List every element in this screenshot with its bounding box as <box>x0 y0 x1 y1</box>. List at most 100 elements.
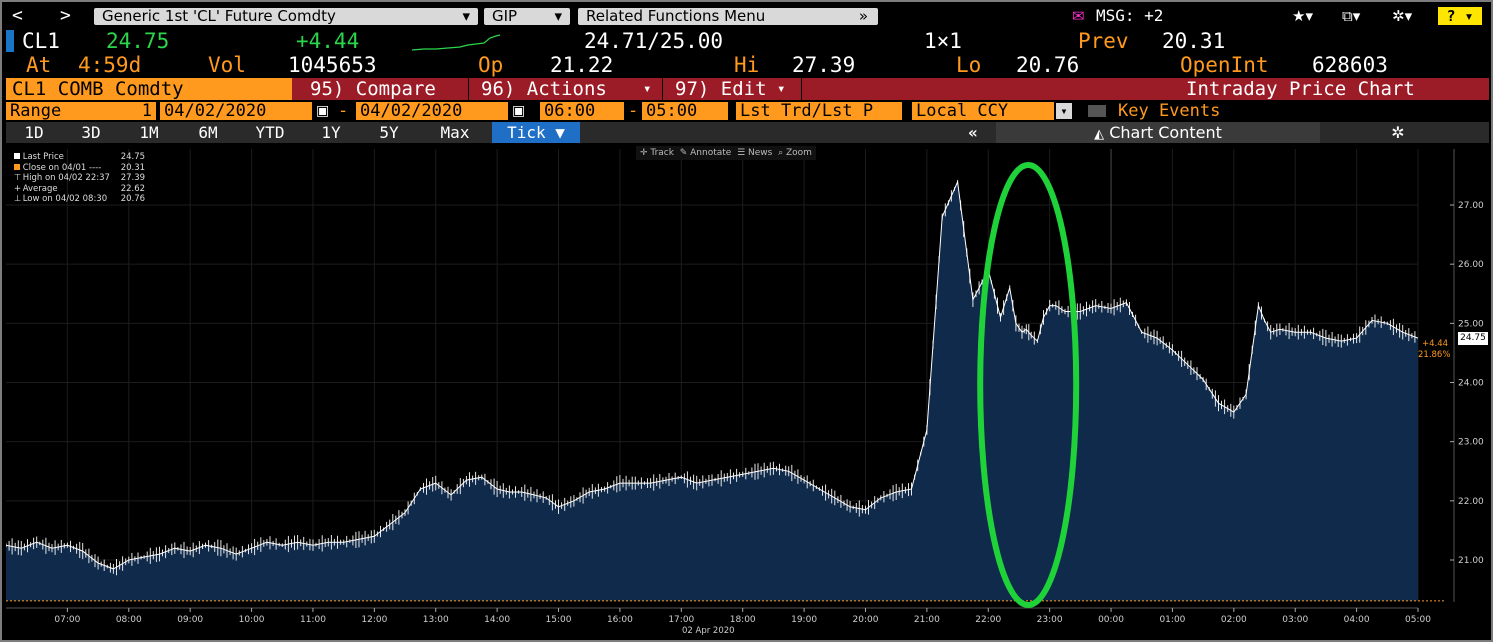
calendar-icon[interactable]: ▣ <box>316 101 329 121</box>
x-tick-label: 16:00 <box>607 615 633 625</box>
x-tick-label: 07:00 <box>54 615 80 625</box>
range-selector[interactable]: Range 1 <box>6 102 156 120</box>
chart-icon: ◭ <box>1094 127 1105 142</box>
x-tick-label: 09:00 <box>177 615 203 625</box>
legend-item: + Average 22.62 <box>14 184 145 195</box>
legend-value: 22.62 <box>120 183 146 194</box>
end-date: 04/02/2020 <box>360 101 463 121</box>
security-field[interactable]: CL1 COMB Comdty <box>6 78 292 100</box>
legend-value: 20.31 <box>120 162 146 173</box>
sparkline-icon <box>411 34 501 51</box>
chart-legend[interactable]: Last Price 24.75 Close on 04/01 ---- 20.31… <box>14 152 145 205</box>
back-button[interactable]: < <box>12 6 23 26</box>
x-tick-label: 15:00 <box>546 615 572 625</box>
key-events-checkbox[interactable] <box>1088 105 1106 117</box>
x-tick-label: 00:00 <box>1098 615 1124 625</box>
news-button[interactable]: ☰ News <box>737 148 772 158</box>
chart-area[interactable]: 21.00 22.00 23.00 24.00 25.00 26.00 27.00 07:0… <box>5 144 1489 638</box>
chart-toolbar: ✛ Track ✎ Annotate ☰ News ⌕ Zoom <box>636 146 816 160</box>
related-menu-label: Related Functions Menu <box>586 7 766 25</box>
y-tick-label: 25.00 <box>1458 319 1484 329</box>
price-area <box>6 181 1418 601</box>
x-tick-label: 21:00 <box>914 615 940 625</box>
chart-content-label: Chart Content <box>1109 123 1222 142</box>
open-interest-label: OpenInt <box>1180 53 1269 77</box>
legend-item: Close on 04/01 ---- 20.31 <box>14 163 145 174</box>
currency-selector[interactable]: Local CCY <box>912 102 1054 120</box>
x-tick-label: 03:00 <box>1282 615 1308 625</box>
period-6m[interactable]: 6M <box>178 122 238 143</box>
time-dash: - <box>628 101 639 121</box>
legend-item: ⊥ Low on 04/02 08:30 20.76 <box>14 194 145 205</box>
related-functions-menu[interactable]: Related Functions Menu » <box>578 8 878 25</box>
period-3d[interactable]: 3D <box>62 122 120 143</box>
x-tick-label: 04:00 <box>1344 615 1370 625</box>
news-label: News <box>748 148 773 158</box>
function-bar: CL1 COMB Comdty 95) Compare 96) Actions … <box>6 78 1489 100</box>
track-button[interactable]: ✛ Track <box>640 148 674 158</box>
gear-icon[interactable]: ✲▾ <box>1392 6 1412 26</box>
legend-marker: ⊤ <box>14 173 22 183</box>
legend-marker: + <box>14 183 22 194</box>
gear-icon[interactable]: ✲ <box>1378 122 1418 143</box>
end-date-field[interactable]: 04/02/2020 <box>356 102 508 120</box>
range-value: 1 <box>141 101 152 121</box>
zoom-button[interactable]: ⌕ Zoom <box>778 148 812 158</box>
range-label: Range <box>10 101 62 121</box>
period-ytd[interactable]: YTD <box>238 122 302 143</box>
range-dash: - <box>338 101 349 121</box>
period-1m[interactable]: 1M <box>120 122 178 143</box>
help-label: ? <box>1446 7 1456 25</box>
x-tick-label: 19:00 <box>791 615 817 625</box>
star-icon[interactable]: ★▾ <box>1292 6 1313 26</box>
end-time-field[interactable]: 05:00 <box>642 102 728 120</box>
gip-menu[interactable]: GIP ▾ <box>484 8 570 25</box>
period-bar: 1D 3D 1M 6M YTD 1Y 5Y Max Tick ▼ « ◭ Cha… <box>6 122 1489 143</box>
chevron-down-icon: ▾ <box>643 81 652 97</box>
period-5y[interactable]: 5Y <box>360 122 418 143</box>
open-label: Op <box>478 53 504 77</box>
actions-menu[interactable]: 96) Actions ▾ <box>468 78 663 100</box>
page-title: Intraday Price Chart <box>1186 78 1415 100</box>
start-date-field[interactable]: 04/02/2020 <box>160 102 312 120</box>
msg-indicator[interactable]: MSG: +2 <box>1096 6 1163 26</box>
price-area-fill <box>6 181 1418 601</box>
y-tick-label: 27.00 <box>1458 201 1484 211</box>
forward-button[interactable]: > <box>60 6 71 26</box>
x-tick-label: 17:00 <box>668 615 694 625</box>
compare-button[interactable]: 95) Compare <box>310 78 436 100</box>
period-1d[interactable]: 1D <box>6 122 62 143</box>
tick-button[interactable]: Tick ▼ <box>492 122 580 143</box>
x-axis: 07:00 08:00 09:00 10:00 11:00 12:00 13:00 14:00… <box>6 607 1431 625</box>
price-chart[interactable]: 21.00 22.00 23.00 24.00 25.00 26.00 27.00 07:0… <box>5 144 1489 638</box>
chart-content-button[interactable]: ◭ Chart Content <box>996 122 1320 143</box>
collapse-icon[interactable]: « <box>956 122 990 143</box>
help-button[interactable]: ? ▾ <box>1438 7 1482 25</box>
chevron-down-icon[interactable]: ▾ <box>1056 103 1072 119</box>
legend-label: Close on 04/01 ---- <box>22 162 102 173</box>
calendar-icon[interactable]: ▣ <box>512 101 525 121</box>
price-type-selector[interactable]: Lst Trd/Lst P <box>736 102 902 120</box>
start-time-field[interactable]: 06:00 <box>540 102 624 120</box>
start-time: 06:00 <box>544 101 596 121</box>
edit-menu[interactable]: 97) Edit ▾ <box>662 78 802 100</box>
news-icon: ☰ <box>737 148 746 158</box>
y-axis: 21.00 22.00 23.00 24.00 25.00 26.00 27.00 <box>1450 149 1484 602</box>
legend-value: 24.75 <box>120 152 146 162</box>
x-tick-label: 10:00 <box>239 615 265 625</box>
window-icon[interactable]: ⧉▾ <box>1342 6 1360 26</box>
high-price: 27.39 <box>792 53 856 77</box>
prev-close: 20.31 <box>1162 29 1226 53</box>
legend-item: ⊤ High on 04/02 22:37 27.39 <box>14 173 145 184</box>
security-field-label: CL1 COMB Comdty <box>12 78 184 100</box>
start-date: 04/02/2020 <box>164 101 267 121</box>
ticker: CL1 <box>22 29 60 53</box>
low-label: Lo <box>956 53 982 77</box>
period-max[interactable]: Max <box>418 122 492 143</box>
envelope-icon[interactable]: ✉ <box>1072 6 1085 26</box>
x-tick-label: 20:00 <box>853 615 879 625</box>
period-1y[interactable]: 1Y <box>302 122 360 143</box>
security-menu[interactable]: Generic 1st 'CL' Future Comdty ▾ <box>94 8 478 25</box>
annotate-button[interactable]: ✎ Annotate <box>680 148 732 158</box>
change-tag: +4.44 <box>1422 339 1449 349</box>
